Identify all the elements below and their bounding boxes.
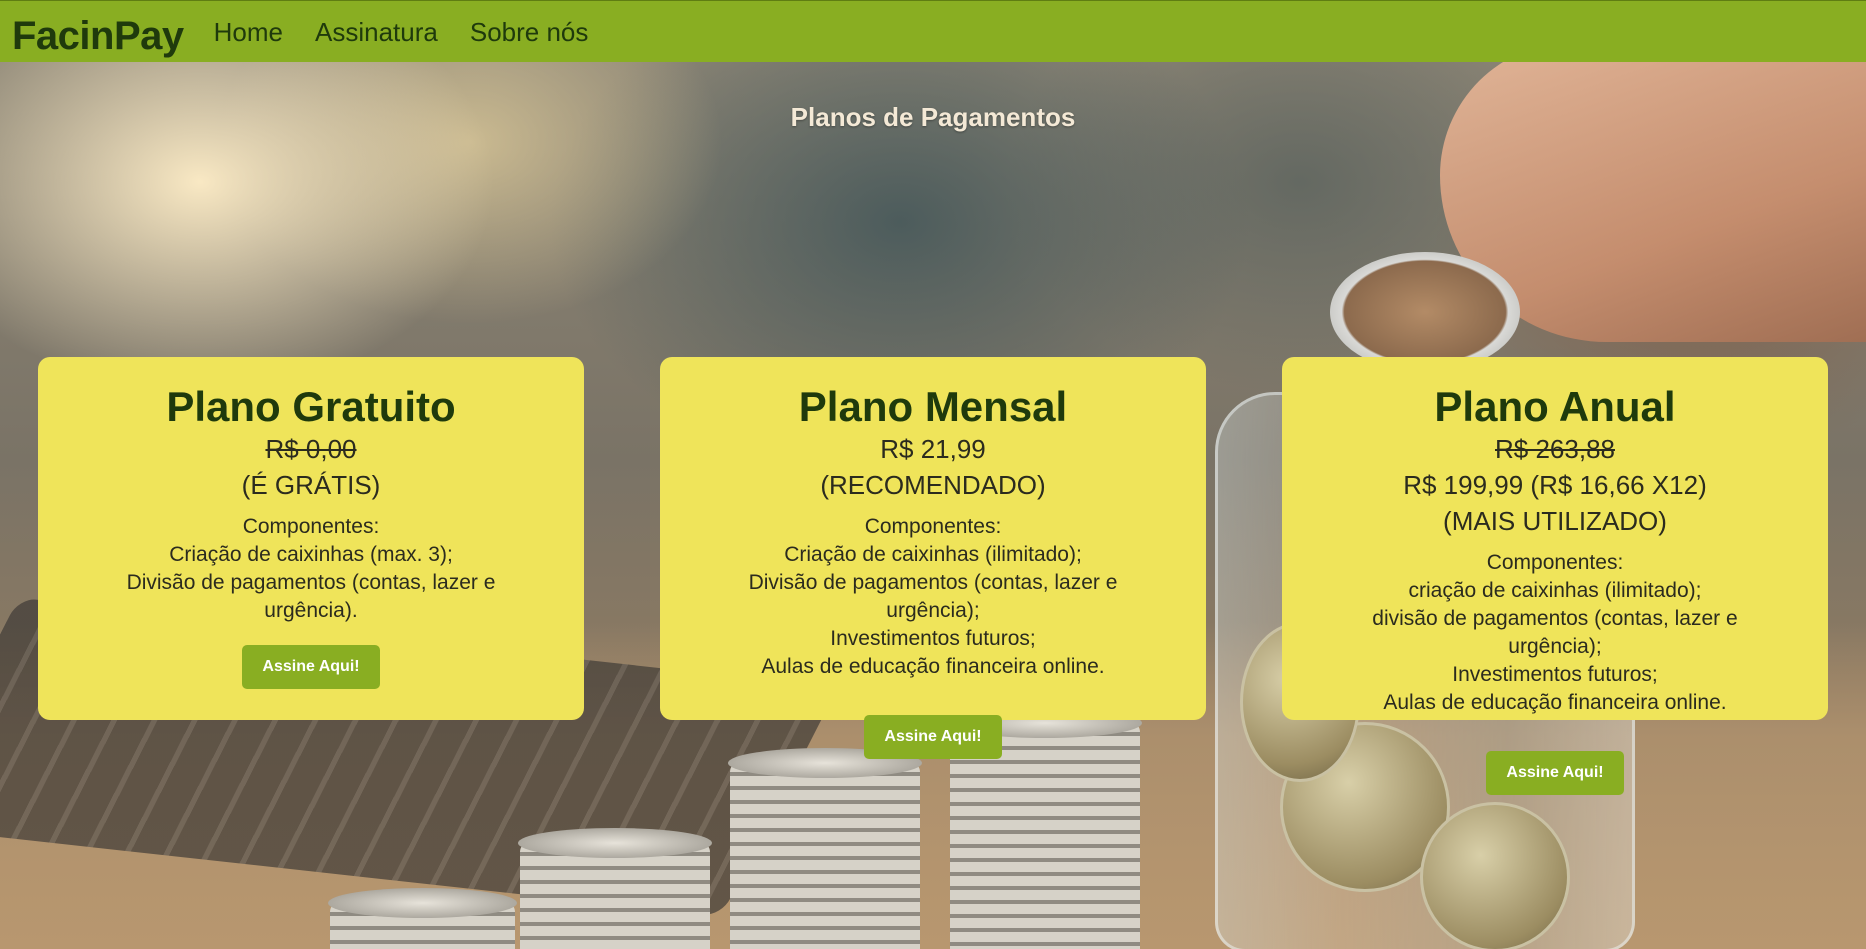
component-item: Investimentos futuros; xyxy=(1452,663,1658,686)
background-coin-stack xyxy=(518,828,712,949)
components-title: Componentes: xyxy=(242,515,380,538)
brand-logo[interactable]: FacinPay xyxy=(12,10,184,62)
plan-card-anual: Plano Anual R$ 263,88 R$ 199,99 (R$ 16,6… xyxy=(1282,357,1828,795)
plan-title: Plano Anual xyxy=(1434,383,1676,430)
background-coin-stack xyxy=(328,888,517,949)
plan-title: Plano Mensal xyxy=(798,383,1068,430)
background-held-coin xyxy=(1330,252,1520,372)
subscribe-button-gratuito[interactable]: Assine Aqui! xyxy=(242,645,380,689)
nav-link-assinatura[interactable]: Assinatura xyxy=(315,17,438,48)
plan-tag: (RECOMENDADO) xyxy=(820,470,1046,500)
background-coin-stack xyxy=(728,748,922,949)
component-item: Criação de caixinhas (max. 3); xyxy=(169,543,453,566)
plan-price: R$ 21,99 xyxy=(880,434,986,464)
nav-links: Home Assinatura Sobre nós xyxy=(214,1,621,48)
subscribe-button-anual[interactable]: Assine Aqui! xyxy=(1486,751,1624,795)
component-item: Aulas de educação financeira online. xyxy=(761,655,1105,678)
plan-old-price: R$ 0,00 xyxy=(265,434,357,464)
components-title: Componentes: xyxy=(1486,551,1624,574)
plan-title: Plano Gratuito xyxy=(166,383,456,430)
plan-components: Componentes: criação de caixinhas (ilimi… xyxy=(1282,549,1828,717)
top-navbar: FacinPay Home Assinatura Sobre nós xyxy=(0,0,1866,62)
plan-tag: (É GRÁTIS) xyxy=(241,470,381,500)
component-item: Criação de caixinhas (ilimitado); xyxy=(784,543,1082,566)
plan-card-mensal: Plano Mensal R$ 21,99 (RECOMENDADO) Comp… xyxy=(660,357,1206,759)
page-title: Planos de Pagamentos xyxy=(790,102,1076,132)
nav-link-home[interactable]: Home xyxy=(214,17,283,48)
component-item: Aulas de educação financeira online. xyxy=(1383,691,1727,714)
background-coin xyxy=(1420,802,1570,949)
component-item: Investimentos futuros; xyxy=(830,627,1036,650)
component-item: divisão de pagamentos (contas, lazer e u… xyxy=(1372,607,1738,658)
plan-tag: (MAIS UTILIZADO) xyxy=(1443,506,1667,536)
component-item: Divisão de pagamentos (contas, lazer e u… xyxy=(126,571,496,622)
plan-price: R$ 199,99 (R$ 16,66 X12) xyxy=(1403,470,1707,500)
plan-components: Componentes: Criação de caixinhas (max. … xyxy=(38,513,584,625)
component-item: Divisão de pagamentos (contas, lazer e u… xyxy=(748,571,1118,622)
component-item: criação de caixinhas (ilimitado); xyxy=(1408,579,1702,602)
plan-old-price: R$ 263,88 xyxy=(1495,434,1615,464)
nav-link-sobre-nos[interactable]: Sobre nós xyxy=(470,17,589,48)
plan-card-gratuito: Plano Gratuito R$ 0,00 (É GRÁTIS) Compon… xyxy=(38,357,584,720)
subscribe-button-mensal[interactable]: Assine Aqui! xyxy=(864,715,1002,759)
plan-components: Componentes: Criação de caixinhas (ilimi… xyxy=(660,513,1206,681)
components-title: Componentes: xyxy=(864,515,1002,538)
